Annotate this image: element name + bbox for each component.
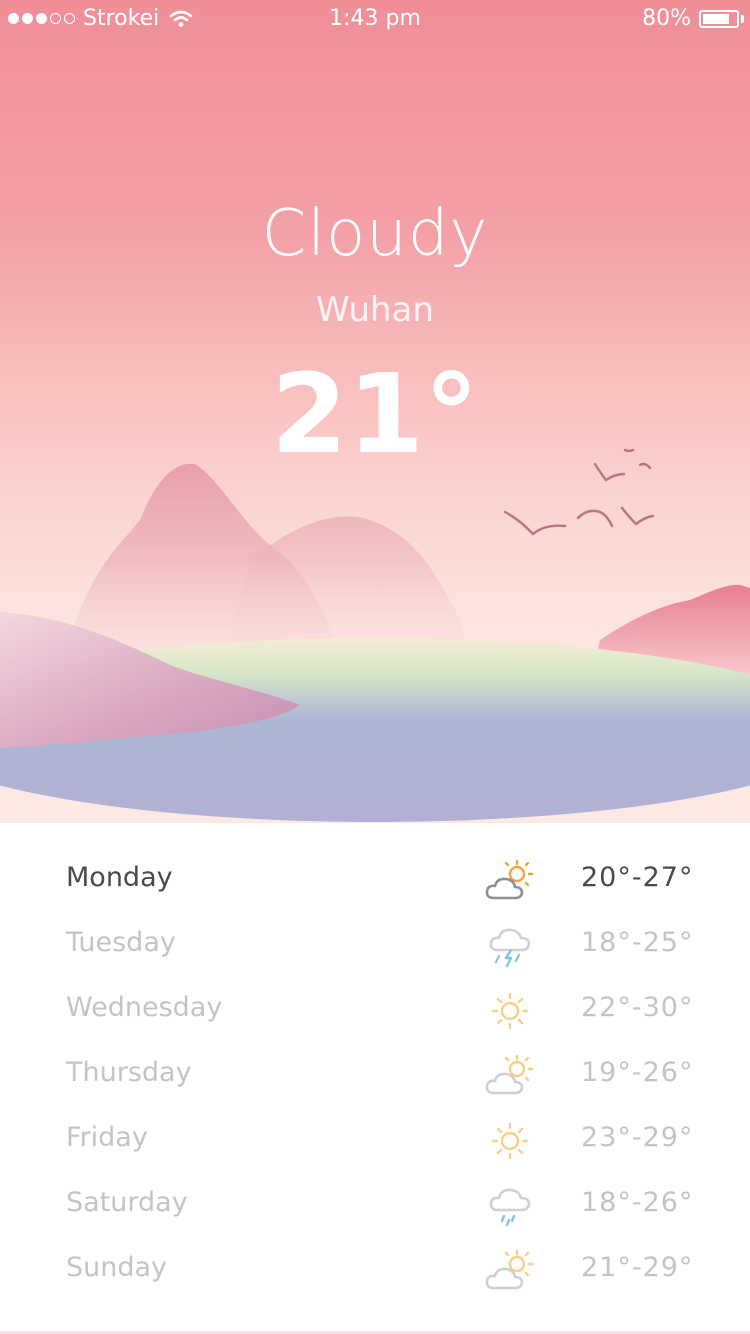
bird-icon xyxy=(503,510,567,536)
city-name: Wuhan xyxy=(316,290,434,330)
partly-cloudy-icon xyxy=(484,858,536,904)
temperature-range: 18°-25° xyxy=(581,927,694,958)
battery-icon xyxy=(699,9,739,28)
forecast-row-tuesday[interactable]: Tuesday 18°-25° xyxy=(0,915,750,980)
bird-icon xyxy=(620,506,655,526)
current-condition: Cloudy xyxy=(261,197,489,271)
day-name: Monday xyxy=(66,862,173,893)
forecast-row-thursday[interactable]: Thursday 19°-26° xyxy=(0,1045,750,1110)
partly-cloudy-icon xyxy=(484,1248,536,1294)
day-name: Thursday xyxy=(66,1057,192,1088)
thunderstorm-icon xyxy=(484,923,536,969)
battery-percent: 80% xyxy=(642,6,691,31)
battery-tip xyxy=(741,14,744,23)
forecast-row-monday[interactable]: Monday 20°-27° xyxy=(0,850,750,915)
day-name: Tuesday xyxy=(66,927,176,958)
weather-hero: Strokei 1:43 pm 80% Cloudy Wuhan 21° xyxy=(0,0,750,823)
forecast-row-friday[interactable]: Friday 23°-29° xyxy=(0,1110,750,1175)
forecast-row-wednesday[interactable]: Wednesday 22°-30° xyxy=(0,980,750,1045)
sunny-icon xyxy=(484,1118,536,1164)
day-name: Wednesday xyxy=(66,992,223,1023)
current-temperature: 21° xyxy=(270,350,480,478)
temperature-range: 19°-26° xyxy=(581,1057,694,1088)
day-name: Sunday xyxy=(66,1252,168,1283)
day-name: Friday xyxy=(66,1122,148,1153)
battery-fill xyxy=(703,13,729,24)
rain-icon xyxy=(484,1183,536,1229)
status-right: 80% xyxy=(642,6,744,31)
temperature-range: 23°-29° xyxy=(581,1122,694,1153)
day-name: Saturday xyxy=(66,1187,188,1218)
status-bar: Strokei 1:43 pm 80% xyxy=(0,0,750,40)
temperature-range: 18°-26° xyxy=(581,1187,694,1218)
status-time: 1:43 pm xyxy=(329,6,421,31)
partly-cloudy-icon xyxy=(484,1053,536,1099)
forecast-row-saturday[interactable]: Saturday 18°-26° xyxy=(0,1175,750,1240)
weekly-forecast: Monday 20°-27° Tuesday 18°-25° Wednesday 22°-… xyxy=(0,850,750,1305)
temperature-range: 21°-29° xyxy=(581,1252,694,1283)
forecast-row-sunday[interactable]: Sunday 21°-29° xyxy=(0,1240,750,1305)
sunny-icon xyxy=(484,988,536,1034)
temperature-range: 20°-27° xyxy=(581,862,694,893)
bird-icon xyxy=(576,509,614,528)
temperature-range: 22°-30° xyxy=(581,992,694,1023)
